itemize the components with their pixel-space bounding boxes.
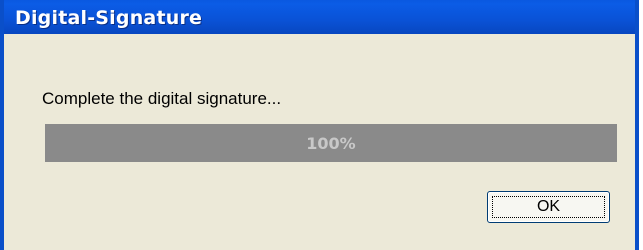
digital-signature-dialog: Digital-Signature Complete the digital s… (0, 0, 639, 250)
status-message: Complete the digital signature... (42, 89, 282, 108)
window-title: Digital-Signature (15, 7, 203, 29)
ok-button[interactable]: OK (487, 191, 610, 223)
title-bar[interactable]: Digital-Signature (4, 0, 635, 34)
progress-bar: 100% (45, 124, 617, 162)
ok-button-label: OK (492, 196, 605, 218)
progress-percent-label: 100% (306, 133, 356, 153)
